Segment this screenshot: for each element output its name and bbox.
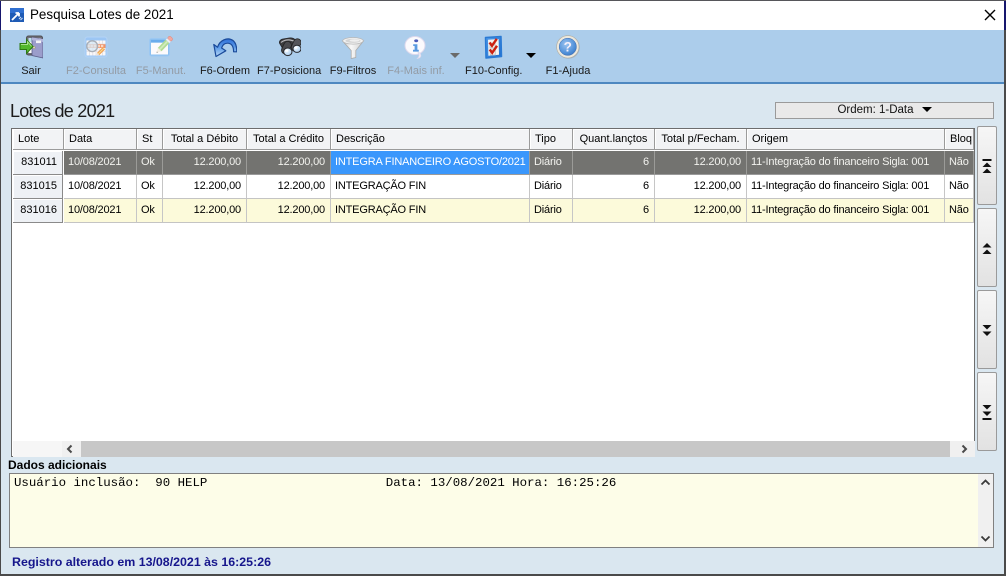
svg-text:?: ?: [564, 40, 572, 55]
